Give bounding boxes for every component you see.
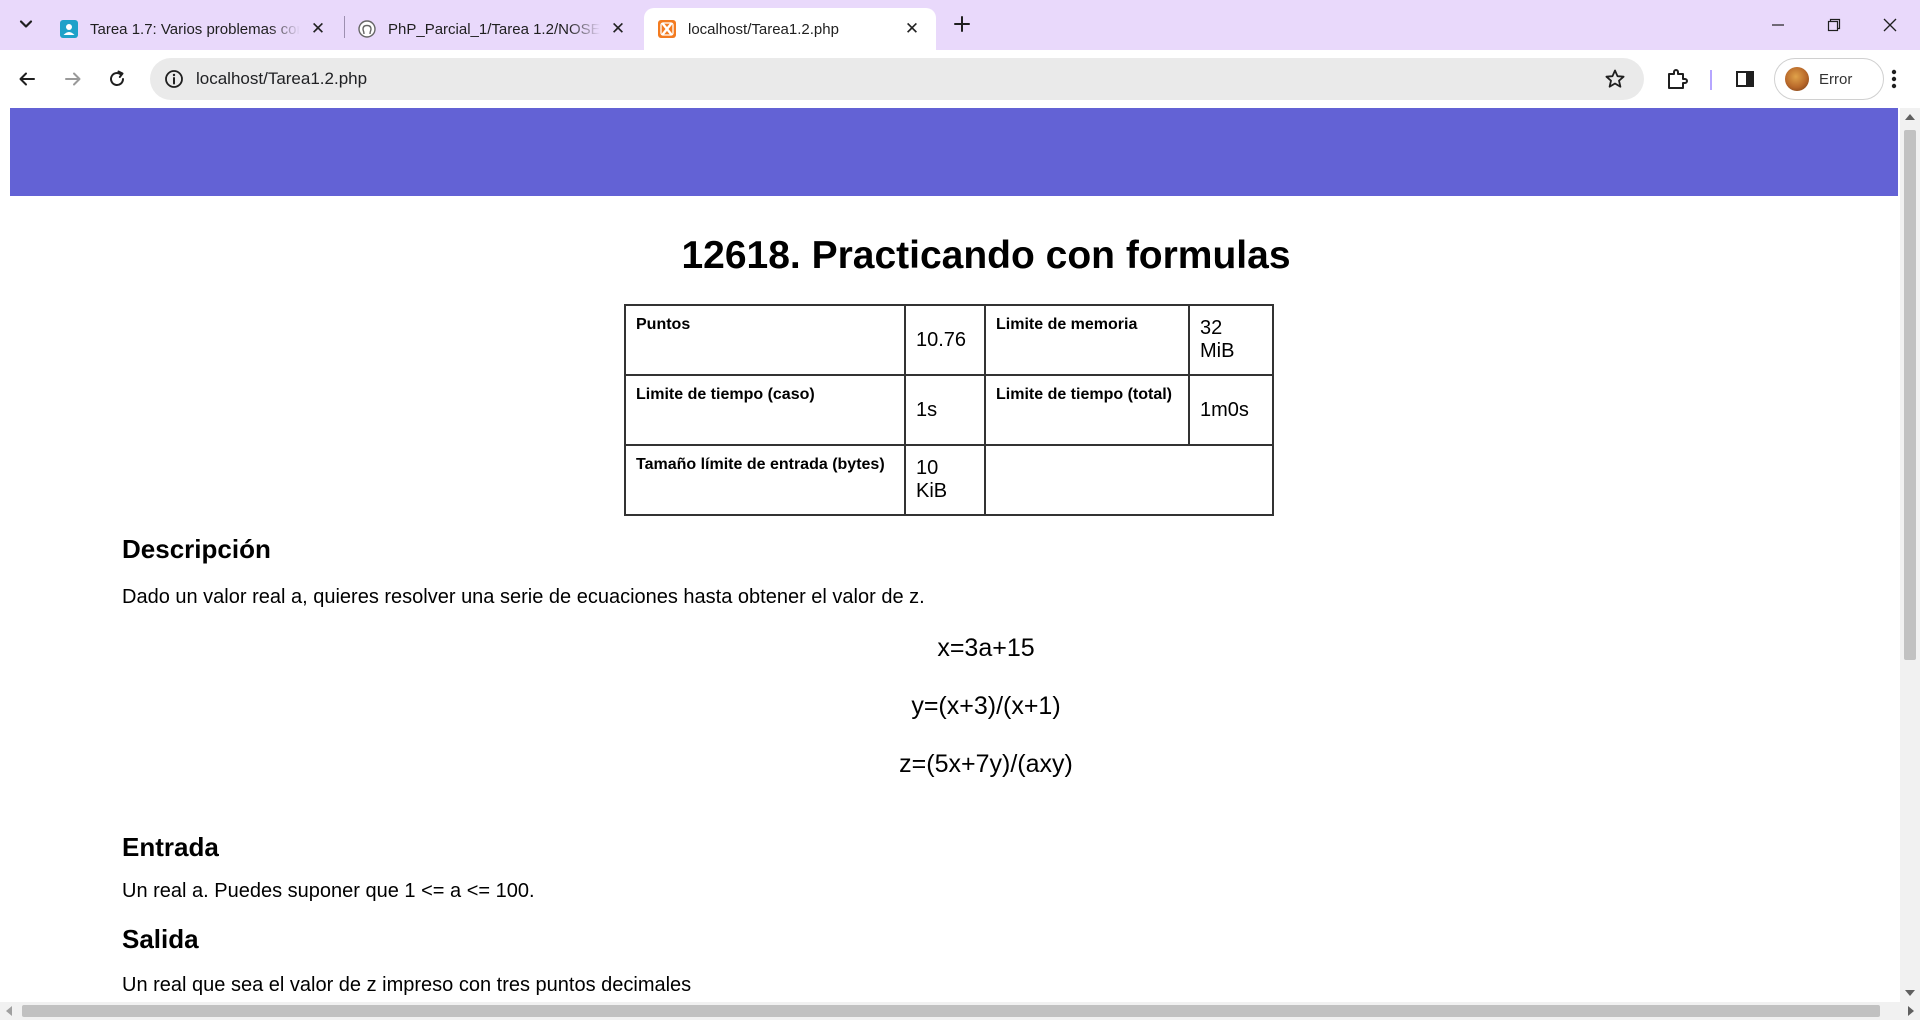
points-label: Puntos <box>624 304 906 376</box>
table-row: Limite de tiempo (caso) 1s Limite de tie… <box>624 374 1274 446</box>
scroll-left-arrow-icon[interactable] <box>6 1006 12 1016</box>
formula-y: y=(x+3)/(x+1) <box>911 692 1061 720</box>
toolbar-divider <box>1710 70 1712 90</box>
tab-title: localhost/Tarea1.2.php <box>688 20 839 38</box>
chevron-down-icon <box>19 20 33 28</box>
table-row: Tamaño límite de entrada (bytes) 10 KiB <box>624 444 1274 516</box>
side-panel-icon <box>1736 71 1754 87</box>
forward-arrow-icon <box>65 72 81 86</box>
time-limit-total-label: Limite de tiempo (total) <box>984 374 1190 446</box>
close-tab-icon[interactable]: ✕ <box>608 19 628 39</box>
formula-z: z=(5x+7y)/(axy) <box>899 750 1073 778</box>
input-heading: Entrada <box>122 832 219 862</box>
url-text[interactable]: localhost/Tarea1.2.php <box>196 69 367 89</box>
horizontal-scroll-thumb[interactable] <box>22 1005 1880 1017</box>
tab-github[interactable]: PhP_Parcial_1/Tarea 1.2/NOSE7 ✕ <box>344 8 642 50</box>
address-bar[interactable]: localhost/Tarea1.2.php <box>150 58 1644 100</box>
xampp-icon <box>658 20 676 38</box>
scroll-down-arrow-icon[interactable] <box>1905 990 1915 996</box>
tab-classroom[interactable]: Tarea 1.7: Varios problemas con ✕ <box>46 8 342 50</box>
restore-icon <box>1827 18 1841 32</box>
memory-limit-label: Limite de memoria <box>984 304 1190 376</box>
vertical-scrollbar[interactable] <box>1900 108 1920 1002</box>
horizontal-scrollbar[interactable] <box>0 1002 1920 1020</box>
time-limit-case-value: 1s <box>904 374 986 446</box>
input-size-value: 10 KiB <box>904 444 986 516</box>
description-heading: Descripción <box>122 534 271 564</box>
profile-label: Error <box>1819 70 1853 88</box>
scroll-right-arrow-icon[interactable] <box>1908 1006 1914 1016</box>
close-icon <box>1883 18 1897 32</box>
close-tab-icon[interactable]: ✕ <box>902 19 922 39</box>
forward-button[interactable] <box>56 62 90 96</box>
side-panel-button[interactable] <box>1732 66 1758 92</box>
time-limit-case-label: Limite de tiempo (caso) <box>624 374 906 446</box>
tab-title: PhP_Parcial_1/Tarea 1.2/NOSE7 <box>388 20 600 38</box>
output-heading: Salida <box>122 924 199 954</box>
menu-button[interactable] <box>1882 66 1906 92</box>
input-text: Un real a. Puedes suponer que 1 <= a <= … <box>122 880 535 902</box>
minimize-icon <box>1772 24 1784 26</box>
browser-toolbar: localhost/Tarea1.2.php Error <box>0 50 1920 108</box>
back-button[interactable] <box>10 62 44 96</box>
empty-cell <box>984 444 1274 516</box>
extensions-button[interactable] <box>1664 66 1690 92</box>
reload-icon <box>110 70 124 86</box>
limits-table: Puntos 10.76 Limite de memoria 32 MiB Li… <box>624 304 1274 516</box>
plus-icon <box>954 16 970 32</box>
reload-button[interactable] <box>100 62 134 96</box>
profile-button[interactable]: Error <box>1774 58 1884 100</box>
more-vertical-icon <box>1891 69 1897 89</box>
header-banner <box>10 108 1898 196</box>
vertical-scroll-thumb[interactable] <box>1904 130 1916 660</box>
new-tab-button[interactable] <box>948 10 976 38</box>
close-window-button[interactable] <box>1862 0 1918 50</box>
minimize-button[interactable] <box>1750 0 1806 50</box>
tab-strip: Tarea 1.7: Varios problemas con ✕ PhP_Pa… <box>0 0 1920 50</box>
input-size-label: Tamaño límite de entrada (bytes) <box>624 444 906 516</box>
bookmark-star-icon[interactable] <box>1604 68 1626 90</box>
puzzle-icon <box>1668 69 1688 89</box>
tab-localhost[interactable]: localhost/Tarea1.2.php ✕ <box>644 8 936 50</box>
points-value: 10.76 <box>904 304 986 376</box>
description-text: Dado un valor real a, quieres resolver u… <box>122 586 925 608</box>
classroom-icon <box>60 20 78 38</box>
avatar <box>1785 67 1809 91</box>
formula-x: x=3a+15 <box>937 634 1035 662</box>
output-text: Un real que sea el valor de z impreso co… <box>122 974 692 996</box>
github-icon <box>358 20 376 38</box>
page-viewport: 12618. Practicando con formulas Puntos 1… <box>0 108 1900 1002</box>
time-limit-total-value: 1m0s <box>1188 374 1274 446</box>
table-row: Puntos 10.76 Limite de memoria 32 MiB <box>624 304 1274 376</box>
close-tab-icon[interactable]: ✕ <box>308 19 328 39</box>
tab-search-button[interactable] <box>12 10 40 38</box>
site-info-icon[interactable] <box>164 69 184 89</box>
page-title: 12618. Practicando con formulas <box>681 234 1291 277</box>
restore-button[interactable] <box>1806 0 1862 50</box>
memory-limit-value: 32 MiB <box>1188 304 1274 376</box>
tab-title: Tarea 1.7: Varios problemas con <box>90 20 300 38</box>
back-arrow-icon <box>19 72 35 86</box>
scroll-up-arrow-icon[interactable] <box>1905 114 1915 120</box>
